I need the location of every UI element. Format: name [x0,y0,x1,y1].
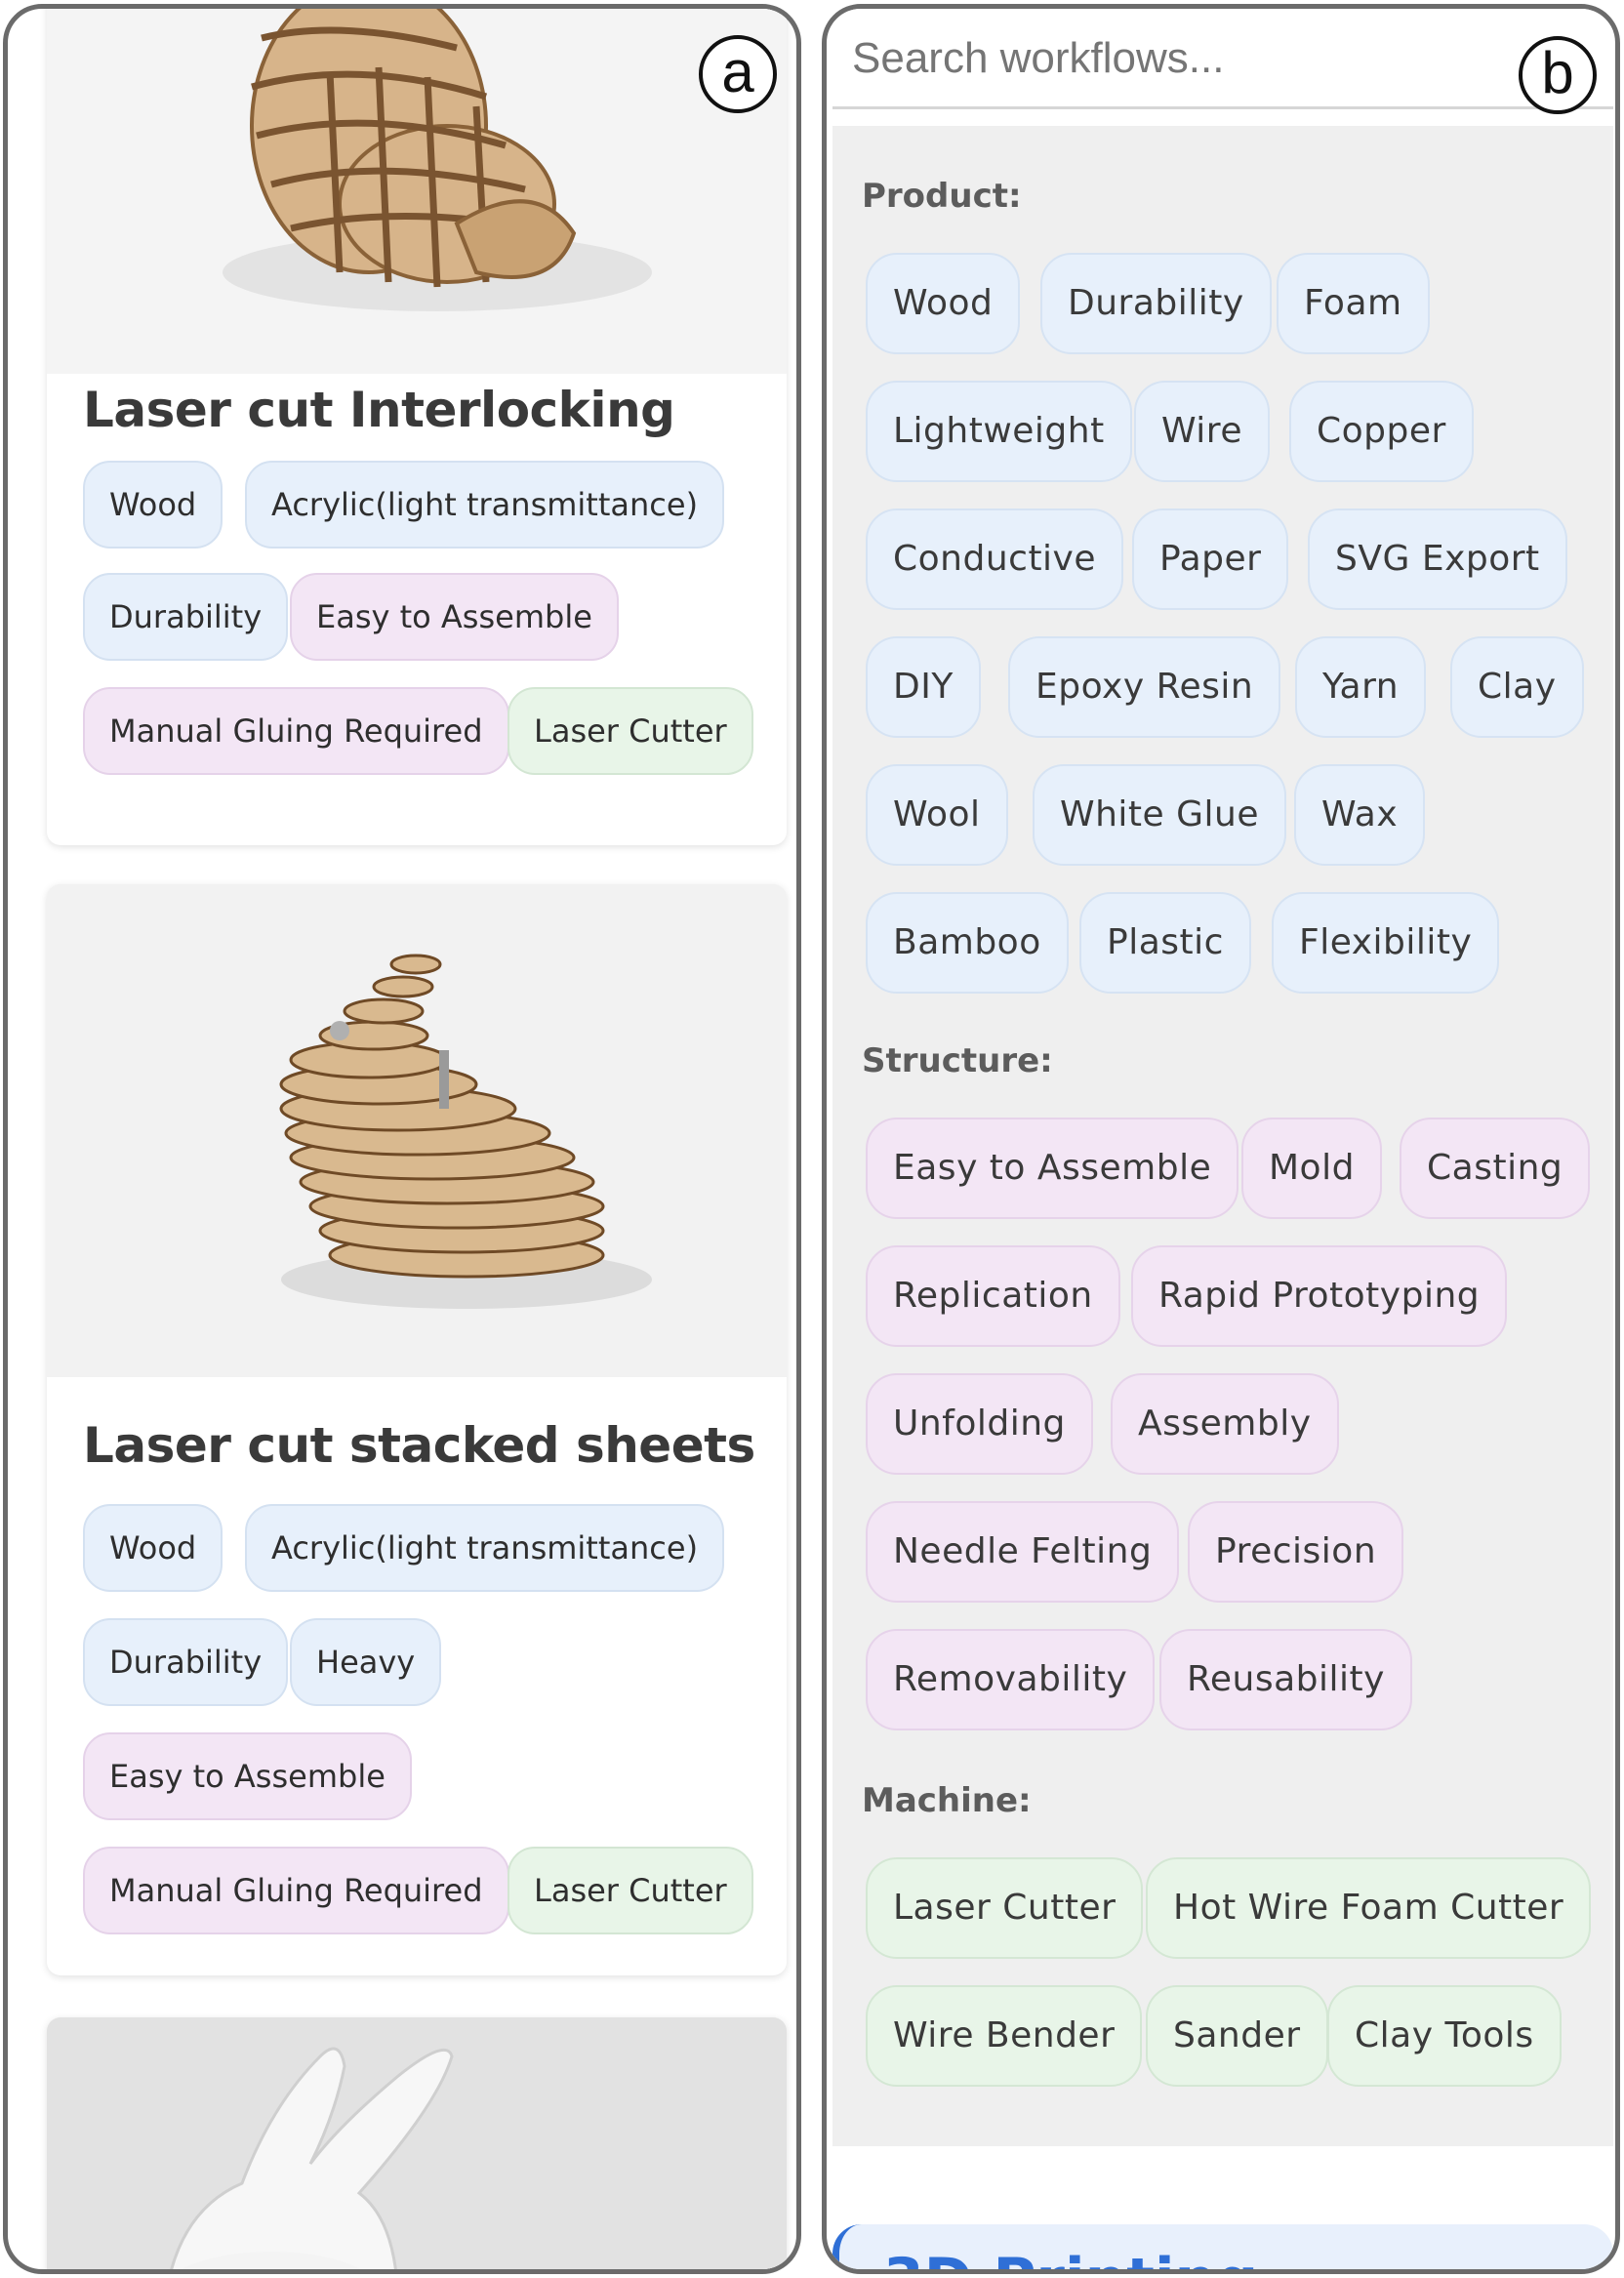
chip-wool[interactable]: Wool [866,764,1008,866]
chip-wax[interactable]: Wax [1294,764,1426,866]
chip-assembly[interactable]: Assembly [1111,1373,1339,1475]
chip-bamboo[interactable]: Bamboo [866,892,1069,994]
section-label-machine: Machine: [862,1781,1032,1820]
card-thumbnail-image [47,2017,787,2269]
tag-laser-cutter[interactable]: Laser Cutter [508,687,753,775]
chip-plastic[interactable]: Plastic [1079,892,1251,994]
chip-diy[interactable]: DIY [866,636,981,738]
tag-filter-area: Product: Wood Durability Foam Lightweigh… [832,126,1613,2146]
chip-foam[interactable]: Foam [1277,253,1430,354]
tag-wood[interactable]: Wood [83,1504,223,1592]
section-label-structure: Structure: [862,1041,1053,1080]
chip-epoxy-resin[interactable]: Epoxy Resin [1008,636,1281,738]
tag-durability[interactable]: Durability [83,1618,289,1706]
tag-acrylic[interactable]: Acrylic(light transmittance) [245,461,725,549]
workflow-card-laser-cut-stacked-sheets[interactable]: Laser cut stacked sheets Wood Acrylic(li… [47,884,787,1975]
tag-wood[interactable]: Wood [83,461,223,549]
chip-unfolding[interactable]: Unfolding [866,1373,1093,1475]
chip-hot-wire-foam-cutter[interactable]: Hot Wire Foam Cutter [1146,1857,1592,1959]
chip-replication[interactable]: Replication [866,1245,1120,1347]
chip-yarn[interactable]: Yarn [1295,636,1427,738]
chip-reusability[interactable]: Reusability [1159,1629,1412,1730]
tag-manual-gluing-required[interactable]: Manual Gluing Required [83,1847,509,1934]
tag-acrylic[interactable]: Acrylic(light transmittance) [245,1504,725,1592]
search-input[interactable] [852,26,1516,91]
tag-easy-to-assemble[interactable]: Easy to Assemble [83,1732,412,1820]
chip-precision[interactable]: Precision [1188,1501,1404,1603]
chip-wire[interactable]: Wire [1134,381,1270,482]
card-title: Laser cut stacked sheets [83,1417,755,1474]
panel-label-a: a [699,35,777,113]
tag-laser-cutter[interactable]: Laser Cutter [508,1847,753,1934]
chip-flexibility[interactable]: Flexibility [1272,892,1500,994]
section-label-product: Product: [862,177,1022,216]
chip-removability[interactable]: Removability [866,1629,1156,1730]
chip-easy-to-assemble[interactable]: Easy to Assemble [866,1118,1239,1219]
workflow-card-3d-printing-header[interactable]: 3D Printing [832,2224,1613,2269]
chip-clay-tools[interactable]: Clay Tools [1327,1985,1562,2087]
card-title: 3D Printing [883,2246,1258,2269]
white-rabbit-image [47,2017,787,2269]
chip-conductive[interactable]: Conductive [866,508,1124,610]
tag-easy-to-assemble[interactable]: Easy to Assemble [290,573,619,661]
chip-wire-bender[interactable]: Wire Bender [866,1985,1143,2087]
chip-casting[interactable]: Casting [1400,1118,1591,1219]
chip-laser-cutter[interactable]: Laser Cutter [866,1857,1144,1959]
card-thumbnail-image [47,884,787,1377]
interlocking-rabbit-image [47,9,787,374]
chip-mold[interactable]: Mold [1241,1118,1382,1219]
tag-manual-gluing-required[interactable]: Manual Gluing Required [83,687,509,775]
panel-label-b: b [1519,36,1597,114]
chip-durability[interactable]: Durability [1040,253,1272,354]
card-title: Laser cut Interlocking [83,382,675,438]
chip-svg-export[interactable]: SVG Export [1308,508,1567,610]
chip-clay[interactable]: Clay [1450,636,1584,738]
workflow-card-3d-printing[interactable] [47,2017,787,2269]
workflow-card-list-panel[interactable]: a Laser cut Interlocking Wood Acrylic(li… [3,4,801,2274]
chip-lightweight[interactable]: Lightweight [866,381,1132,482]
chip-rapid-prototyping[interactable]: Rapid Prototyping [1131,1245,1508,1347]
chip-white-glue[interactable]: White Glue [1033,764,1286,866]
card-thumbnail-image [47,9,787,374]
workflow-card-laser-cut-interlocking[interactable]: Laser cut Interlocking Wood Acrylic(ligh… [47,9,787,845]
tag-heavy[interactable]: Heavy [290,1618,442,1706]
chip-copper[interactable]: Copper [1289,381,1474,482]
search-bar [832,9,1613,109]
chip-needle-felting[interactable]: Needle Felting [866,1501,1180,1603]
stacked-rabbit-image [47,884,787,1377]
chip-paper[interactable]: Paper [1132,508,1289,610]
chip-sander[interactable]: Sander [1146,1985,1328,2087]
tag-durability[interactable]: Durability [83,573,289,661]
chip-wood[interactable]: Wood [866,253,1021,354]
filter-panel: b Product: Wood Durability Foam Lightwei… [822,4,1620,2274]
